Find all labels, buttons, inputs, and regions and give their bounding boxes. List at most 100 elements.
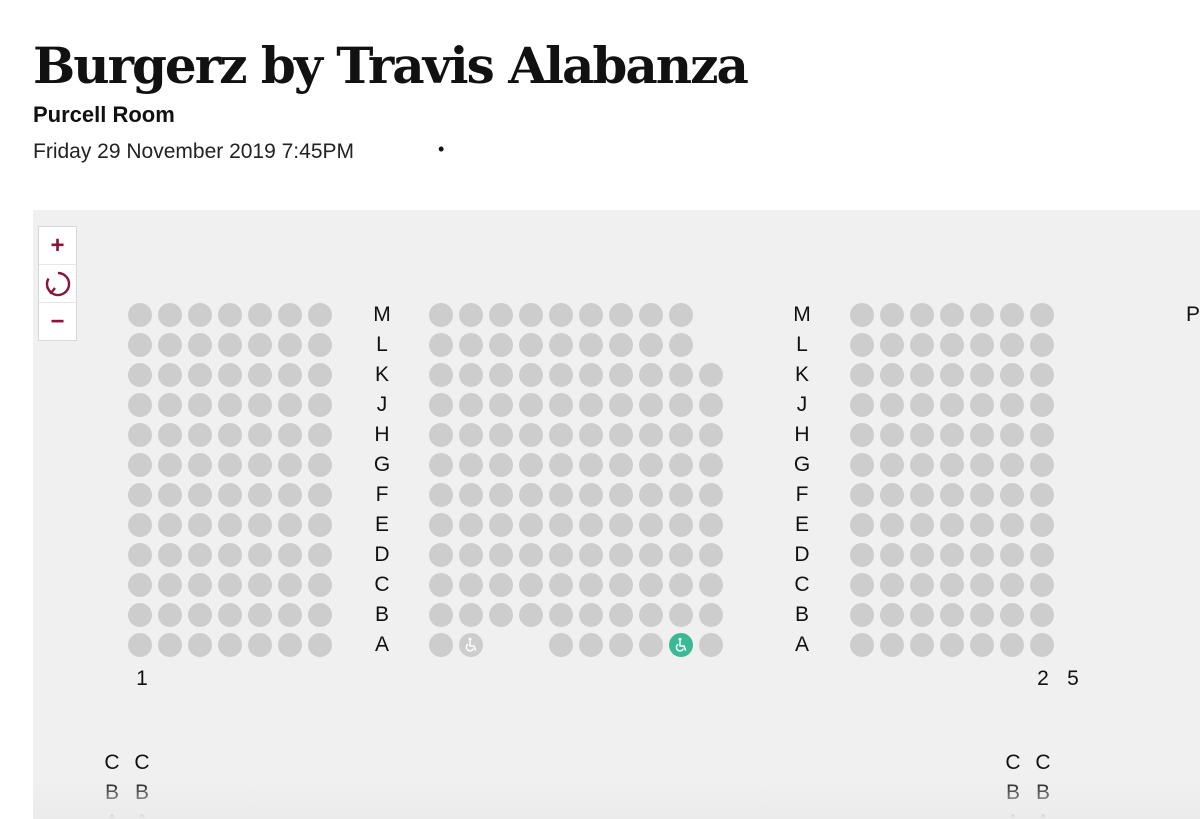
seat[interactable]	[549, 513, 573, 537]
seat[interactable]	[308, 303, 332, 327]
seat[interactable]	[308, 513, 332, 537]
seat[interactable]	[549, 393, 573, 417]
reset-view-button[interactable]	[39, 265, 76, 303]
seat[interactable]	[579, 573, 603, 597]
seat[interactable]	[669, 573, 693, 597]
seat[interactable]	[459, 303, 483, 327]
seat[interactable]	[248, 333, 272, 357]
seat[interactable]	[1000, 453, 1024, 477]
seat[interactable]	[910, 363, 934, 387]
seat[interactable]	[429, 633, 453, 657]
seat[interactable]	[248, 513, 272, 537]
seat[interactable]	[850, 483, 874, 507]
seat[interactable]	[278, 333, 302, 357]
seat[interactable]	[549, 543, 573, 567]
seat[interactable]	[1000, 543, 1024, 567]
seat[interactable]	[669, 303, 693, 327]
seat[interactable]	[308, 393, 332, 417]
seat[interactable]	[970, 633, 994, 657]
seat[interactable]	[549, 303, 573, 327]
seat[interactable]	[1000, 363, 1024, 387]
seat[interactable]	[158, 543, 182, 567]
seat[interactable]	[850, 423, 874, 447]
seat[interactable]	[128, 303, 152, 327]
seat[interactable]	[128, 573, 152, 597]
seat[interactable]	[188, 573, 212, 597]
seat[interactable]	[1030, 453, 1054, 477]
seat[interactable]	[549, 483, 573, 507]
seat[interactable]	[850, 543, 874, 567]
seat[interactable]	[429, 543, 453, 567]
seat[interactable]	[880, 513, 904, 537]
seat[interactable]	[669, 453, 693, 477]
seat[interactable]	[429, 513, 453, 537]
seat[interactable]	[1030, 513, 1054, 537]
seat[interactable]	[308, 573, 332, 597]
seat[interactable]	[278, 543, 302, 567]
seat[interactable]	[970, 363, 994, 387]
seat[interactable]	[549, 603, 573, 627]
seat[interactable]	[218, 543, 242, 567]
seat[interactable]	[910, 393, 934, 417]
seat[interactable]	[188, 393, 212, 417]
seat[interactable]	[549, 333, 573, 357]
seat[interactable]	[609, 483, 633, 507]
seat[interactable]	[188, 303, 212, 327]
seat[interactable]	[158, 573, 182, 597]
seat[interactable]	[669, 333, 693, 357]
seat[interactable]	[639, 633, 663, 657]
seat[interactable]	[248, 603, 272, 627]
seat[interactable]	[699, 363, 723, 387]
seat[interactable]	[609, 453, 633, 477]
seat[interactable]	[158, 633, 182, 657]
seat[interactable]	[489, 483, 513, 507]
wheelchair-seat[interactable]	[459, 633, 483, 657]
seat[interactable]	[940, 333, 964, 357]
seat[interactable]	[699, 393, 723, 417]
seat[interactable]	[609, 543, 633, 567]
seat[interactable]	[278, 573, 302, 597]
seat[interactable]	[188, 363, 212, 387]
seat[interactable]	[910, 603, 934, 627]
seat[interactable]	[1030, 483, 1054, 507]
seat[interactable]	[1030, 333, 1054, 357]
seat[interactable]	[609, 513, 633, 537]
seat[interactable]	[549, 453, 573, 477]
seat[interactable]	[579, 483, 603, 507]
seat[interactable]	[459, 333, 483, 357]
seat[interactable]	[218, 483, 242, 507]
seat[interactable]	[128, 513, 152, 537]
seat[interactable]	[699, 513, 723, 537]
seat[interactable]	[429, 423, 453, 447]
seat[interactable]	[549, 423, 573, 447]
seat[interactable]	[128, 453, 152, 477]
seat[interactable]	[128, 483, 152, 507]
seat[interactable]	[248, 363, 272, 387]
seat[interactable]	[639, 483, 663, 507]
seat[interactable]	[218, 453, 242, 477]
seat[interactable]	[489, 363, 513, 387]
seat[interactable]	[970, 393, 994, 417]
seat[interactable]	[248, 303, 272, 327]
seat[interactable]	[519, 423, 543, 447]
seat[interactable]	[880, 603, 904, 627]
seat[interactable]	[850, 603, 874, 627]
seat[interactable]	[609, 363, 633, 387]
seat[interactable]	[278, 423, 302, 447]
seat[interactable]	[669, 393, 693, 417]
seat[interactable]	[158, 483, 182, 507]
seat[interactable]	[519, 363, 543, 387]
seat[interactable]	[1000, 603, 1024, 627]
seat[interactable]	[519, 303, 543, 327]
seat[interactable]	[880, 453, 904, 477]
seat[interactable]	[880, 303, 904, 327]
seat[interactable]	[970, 513, 994, 537]
seat[interactable]	[579, 603, 603, 627]
seat[interactable]	[278, 393, 302, 417]
seat[interactable]	[970, 603, 994, 627]
seat[interactable]	[669, 513, 693, 537]
seat[interactable]	[308, 333, 332, 357]
seat[interactable]	[910, 543, 934, 567]
seat[interactable]	[940, 303, 964, 327]
seat[interactable]	[850, 513, 874, 537]
